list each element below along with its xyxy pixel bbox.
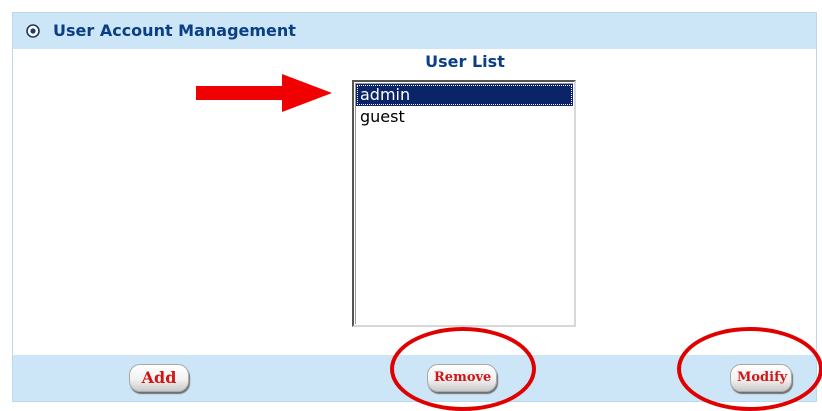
user-listbox-inner: admin guest xyxy=(355,83,573,324)
add-button[interactable]: Add xyxy=(129,364,189,392)
red-arrow-annotation xyxy=(196,74,332,112)
remove-circle-annotation xyxy=(390,327,536,411)
page-title: User Account Management xyxy=(53,21,296,40)
user-list-item-guest[interactable]: guest xyxy=(356,106,573,128)
user-list-item-admin[interactable]: admin xyxy=(356,84,573,106)
modify-circle-annotation xyxy=(677,327,822,411)
user-listbox[interactable]: admin guest xyxy=(352,80,576,327)
user-list-title: User List xyxy=(425,52,505,71)
header-bar: User Account Management xyxy=(13,13,816,49)
circle-bullet-icon xyxy=(26,24,40,38)
